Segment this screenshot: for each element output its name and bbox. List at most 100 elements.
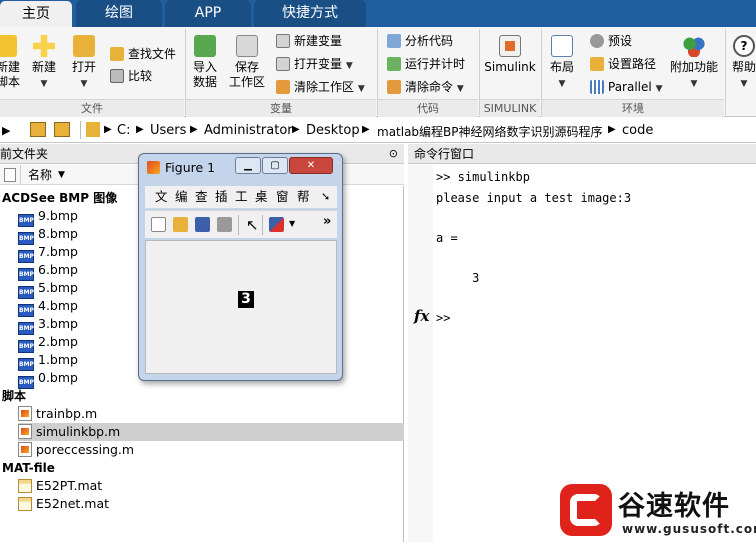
up-folder-icon[interactable] — [30, 122, 46, 137]
group-simulink: SIMULINK — [480, 99, 540, 117]
file-name: 9.bmp — [38, 208, 78, 223]
find-files-button[interactable]: 查找文件 — [110, 45, 176, 63]
tab-plots[interactable]: 绘图 — [76, 0, 162, 27]
breadcrumb-project-folder[interactable]: matlab编程BP神经网络数字识别源码程序 — [377, 123, 603, 140]
menu-insert[interactable]: 插 — [215, 186, 228, 208]
import-data-button[interactable]: 导入 数据 — [188, 35, 222, 90]
breadcrumb-drive[interactable]: C: — [117, 123, 130, 138]
command-prompt[interactable]: >> — [436, 311, 450, 325]
open-variable-button[interactable]: 打开变量 ▼ — [276, 55, 353, 73]
m-file-icon — [18, 424, 32, 439]
divider — [238, 215, 239, 235]
menu-tools[interactable]: 工 — [235, 186, 248, 208]
set-path-button[interactable]: 设置路径 — [590, 55, 656, 73]
menu-file[interactable]: 文 — [155, 186, 168, 208]
parallel-button[interactable]: Parallel ▼ — [590, 78, 662, 96]
menu-window[interactable]: 窗 — [276, 186, 289, 208]
new-button[interactable]: 新建 ▼ — [30, 35, 58, 92]
minimize-button[interactable]: ▁ — [235, 157, 261, 174]
menu-view[interactable]: 查 — [195, 186, 208, 208]
separator-arrow-icon: ▶ — [362, 124, 370, 135]
compare-button[interactable]: 比较 — [110, 67, 152, 85]
panel-menu-icon[interactable]: ⊙ — [389, 144, 398, 164]
command-output: 3 — [436, 271, 480, 285]
simulink-button[interactable]: Simulink — [484, 35, 536, 75]
clear-commands-button[interactable]: 清除命令 ▼ — [387, 78, 464, 96]
name-column-header[interactable]: 名称 — [28, 165, 52, 185]
menu-desktop[interactable]: 桌 — [255, 186, 268, 208]
figure-window[interactable]: Figure 1 ▁ ▢ ✕ 文 编 查 插 工 桌 窗 帮 ➘ ↖ ▼ » 3 — [138, 153, 343, 381]
import-icon — [194, 35, 216, 57]
save-workspace-button[interactable]: 保存 工作区 — [228, 35, 266, 90]
close-button[interactable]: ✕ — [289, 157, 333, 174]
new-script-button[interactable]: 新建 脚本 — [0, 35, 20, 90]
browse-folder-icon[interactable] — [54, 122, 70, 137]
figure-canvas[interactable]: 3 — [145, 240, 337, 374]
brush-icon[interactable] — [269, 217, 284, 232]
folder-icon — [590, 57, 604, 71]
command-window-title: 命令行窗口 — [414, 147, 475, 161]
analyze-code-button[interactable]: 分析代码 — [387, 32, 453, 50]
file-type-column-icon[interactable] — [4, 168, 16, 182]
menu-overflow-icon[interactable]: ➘ — [321, 186, 330, 208]
nav-arrow-icon[interactable]: ▶ — [2, 124, 10, 137]
function-browser-icon[interactable]: fx — [414, 307, 429, 325]
layout-button[interactable]: 布局 ▼ — [546, 35, 578, 92]
clear-workspace-button[interactable]: 清除工作区 ▼ — [276, 78, 365, 96]
open-file-icon[interactable] — [173, 217, 188, 232]
command-gutter — [408, 165, 433, 542]
ribbon: 新建 脚本 新建 ▼ 打开 ▼ 查找文件 比较 文件 导入 数据 保存 工作区 新建… — [0, 27, 756, 117]
add-ons-label: 附加功能 — [669, 60, 718, 74]
analyze-code-label: 分析代码 — [405, 34, 454, 48]
list-item-selected[interactable]: simulinkbp.m — [18, 423, 404, 441]
list-item[interactable]: E52net.mat — [18, 495, 404, 513]
sort-down-icon: ▼ — [58, 170, 65, 180]
group-code: 代码 — [378, 99, 478, 117]
menu-edit[interactable]: 编 — [175, 186, 188, 208]
breadcrumb-users[interactable]: Users — [150, 123, 186, 138]
simulink-label: Simulink — [484, 60, 536, 74]
breadcrumb-code[interactable]: code — [622, 123, 653, 138]
drive-folder-icon — [86, 122, 100, 137]
open-button[interactable]: 打开 ▼ — [70, 35, 98, 92]
list-item[interactable]: E52PT.mat — [18, 477, 404, 495]
divider — [80, 121, 81, 139]
list-item[interactable]: trainbp.m — [18, 405, 404, 423]
preferences-button[interactable]: 预设 — [590, 32, 632, 50]
list-item[interactable]: poreccessing.m — [18, 441, 404, 459]
file-name: 8.bmp — [38, 226, 78, 241]
help-button[interactable]: ? 帮助 ▼ — [730, 35, 756, 92]
new-variable-button[interactable]: 新建变量 — [276, 32, 342, 50]
find-folder-icon — [110, 47, 124, 61]
chevron-down-icon: ▼ — [655, 84, 663, 94]
tab-apps[interactable]: APP — [165, 0, 251, 27]
eraser-icon — [387, 80, 401, 94]
tab-shortcuts[interactable]: 快捷方式 — [254, 0, 366, 27]
gear-icon — [590, 34, 604, 48]
command-window-header: 命令行窗口 — [408, 144, 756, 164]
save-icon[interactable] — [195, 217, 210, 232]
section-header-mat: MAT-file — [2, 461, 55, 475]
breadcrumb-desktop[interactable]: Desktop — [306, 123, 360, 138]
save-workspace-label: 保存 工作区 — [228, 60, 265, 89]
chevron-down-icon: ▼ — [558, 79, 566, 89]
divider — [262, 215, 263, 235]
separator-arrow-icon: ▶ — [104, 124, 112, 135]
run-and-time-button[interactable]: 运行并计时 — [387, 55, 465, 73]
toolbar-overflow-icon[interactable]: » — [323, 214, 331, 229]
chevron-down-icon[interactable]: ▼ — [289, 219, 295, 228]
tab-home[interactable]: 主页 — [0, 1, 72, 28]
clear-commands-label: 清除命令 — [405, 80, 454, 94]
print-icon[interactable] — [217, 217, 232, 232]
breadcrumb-administrator[interactable]: Administrator — [204, 123, 293, 138]
maximize-button[interactable]: ▢ — [262, 157, 288, 174]
new-figure-icon[interactable] — [151, 217, 166, 232]
chevron-down-icon: ▼ — [690, 79, 698, 89]
file-name: 3.bmp — [38, 316, 78, 331]
logo-g-shape — [570, 494, 602, 526]
new-label: 新建 — [31, 60, 56, 74]
pointer-icon[interactable]: ↖ — [246, 216, 259, 234]
add-ons-button[interactable]: 附加功能 ▼ — [668, 35, 720, 92]
layout-icon — [551, 35, 573, 57]
menu-help[interactable]: 帮 — [297, 186, 310, 208]
